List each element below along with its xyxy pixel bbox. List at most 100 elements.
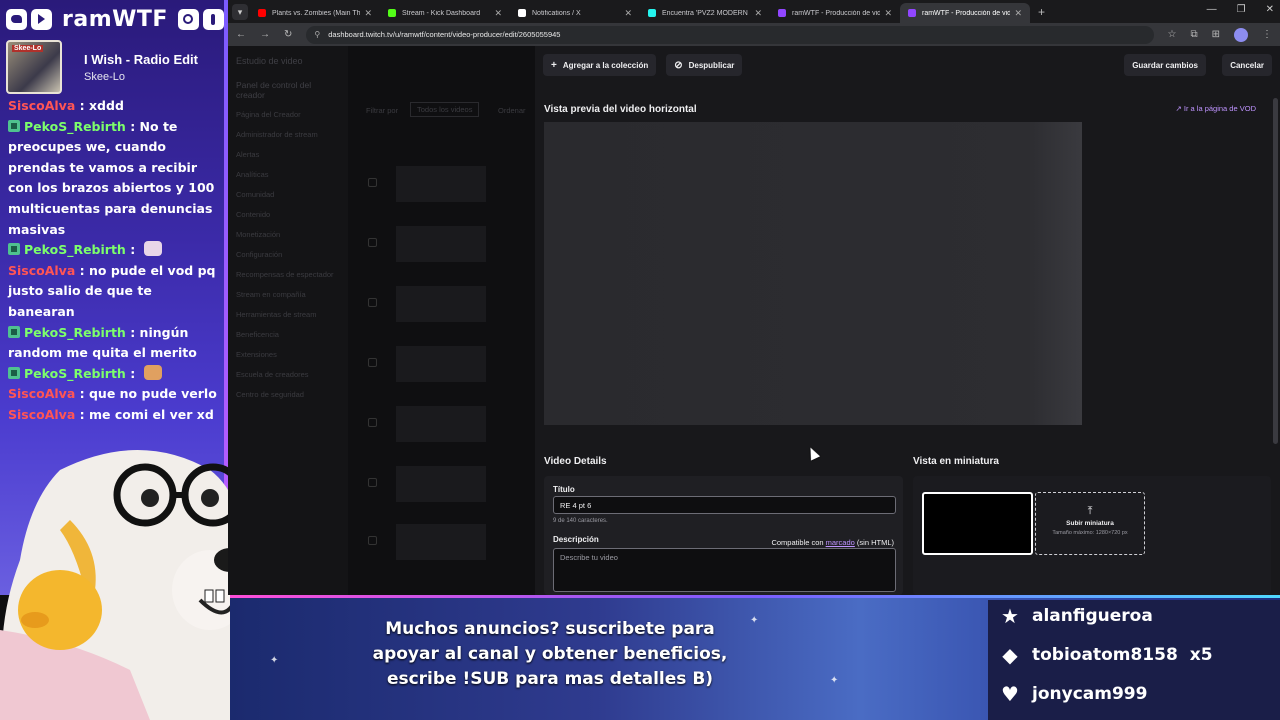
- album-art: Skee-Lo: [6, 40, 62, 94]
- upload-thumbnail-label: Subir miniatura: [1066, 520, 1114, 527]
- instagram-icon: [177, 8, 199, 30]
- sidebar-menu-item[interactable]: Centro de seguridad: [236, 390, 304, 399]
- address-url: dashboard.twitch.tv/u/ramwtf/content/vid…: [328, 30, 561, 39]
- sidebar-menu-item[interactable]: Beneficencia: [236, 330, 279, 339]
- sidebar-menu-item[interactable]: Analíticas: [236, 170, 269, 179]
- browser-tab[interactable]: Encuentra 'PVZ2 MODERN DAY' ✕: [640, 3, 770, 23]
- selected-thumbnail[interactable]: [922, 492, 1033, 555]
- sidebar-menu-item[interactable]: Contenido: [236, 210, 270, 219]
- tab-close-icon[interactable]: ✕: [494, 8, 502, 19]
- bookmark-star-icon[interactable]: ☆: [1168, 29, 1177, 40]
- chat-emote-icon: [143, 241, 162, 257]
- chat-text: : me comi el ver xd: [75, 406, 214, 422]
- tab-title: ramWTF - Producción de video: [922, 9, 1011, 17]
- tiktok-icon: [202, 8, 224, 30]
- window-controls: — ❐ ✕: [1207, 4, 1274, 15]
- subscriber-badge-icon: [8, 366, 20, 379]
- sidebar-menu-item[interactable]: Herramientas de stream: [236, 310, 316, 319]
- tab-close-icon[interactable]: ✕: [1014, 8, 1022, 19]
- browser-menu-icon[interactable]: ⋮: [1262, 29, 1272, 40]
- video-preview-player[interactable]: [544, 122, 1082, 425]
- eye-off-icon: ⊘: [674, 59, 683, 71]
- browser-tab[interactable]: ramWTF - Producción de video ✕: [900, 3, 1030, 23]
- upload-thumbnail-button[interactable]: ⤒ Subir miniatura Tamaño máximo: 1280×72…: [1035, 492, 1145, 555]
- tab-close-icon[interactable]: ✕: [624, 8, 632, 19]
- favicon-icon: [258, 9, 266, 17]
- filter-select[interactable]: Todos los videos: [410, 102, 480, 117]
- sidebar-menu-item[interactable]: Administrador de stream: [236, 130, 318, 139]
- unpublish-button[interactable]: ⊘ Despublicar: [666, 54, 743, 76]
- menu-extensions-icon[interactable]: ⊞: [1212, 29, 1220, 40]
- sidebar-menu-item[interactable]: Página del Creador: [236, 110, 301, 119]
- subscriber-badge-icon: [8, 119, 20, 132]
- markdown-note-suffix: (sin HTML): [854, 538, 894, 547]
- chat-username: SiscoAlva: [8, 406, 76, 422]
- event-count: x5: [1189, 645, 1213, 665]
- sub-banner-text: Muchos anuncios? suscribete para apoyar …: [372, 619, 728, 689]
- title-input[interactable]: RE 4 pt 6: [553, 496, 896, 514]
- plus-icon: +: [551, 59, 557, 71]
- tab-close-icon[interactable]: ✕: [364, 8, 372, 19]
- tab-close-icon[interactable]: ✕: [754, 8, 762, 19]
- profile-avatar[interactable]: [1234, 27, 1248, 42]
- minimize-icon[interactable]: —: [1207, 4, 1217, 15]
- tab-close-icon[interactable]: ✕: [884, 8, 892, 19]
- channel-name: ramWTF: [62, 6, 168, 32]
- cancel-button[interactable]: Cancelar: [1222, 54, 1272, 76]
- chat-message: SiscoAlva : que no pude verlo: [0, 384, 222, 405]
- twitter-icon: [6, 8, 27, 30]
- reload-icon[interactable]: ↻: [284, 29, 292, 40]
- back-icon[interactable]: ←: [236, 29, 246, 40]
- tab-title: Stream - Kick Dashboard: [402, 9, 481, 17]
- browser-toolbar: ← → ↻ ⚲ dashboard.twitch.tv/u/ramwtf/con…: [228, 23, 1280, 46]
- sidebar-menu-item[interactable]: Extensiones: [236, 350, 277, 359]
- maximize-icon[interactable]: ❐: [1237, 4, 1246, 15]
- tab-strip: ▾ Plants vs. Zombies (Main Theme)✕Stream…: [228, 0, 1280, 23]
- address-bar[interactable]: ⚲ dashboard.twitch.tv/u/ramwtf/content/v…: [306, 25, 1154, 44]
- track-info: I Wish - Radio Edit Skee-Lo: [84, 52, 198, 83]
- sidebar-menu-item[interactable]: Alertas: [236, 150, 259, 159]
- sidebar-menu-item[interactable]: Recompensas de espectador: [236, 270, 334, 279]
- sidebar-menu-item[interactable]: Escuela de creadores: [236, 370, 309, 379]
- favicon-icon: [388, 9, 396, 17]
- favicon-icon: [518, 9, 526, 17]
- sidebar-menu-item[interactable]: Comunidad: [236, 190, 274, 199]
- subscriber-badge-icon: [8, 243, 20, 256]
- dashboard-backdrop: Estudio de video Panel de control del cr…: [228, 46, 535, 595]
- upload-icon: ⤒: [1087, 505, 1093, 517]
- add-to-collection-button[interactable]: + Agregar a la colección: [543, 54, 657, 76]
- forward-icon[interactable]: →: [260, 29, 270, 40]
- description-input[interactable]: Describe tu video: [553, 548, 896, 592]
- event-item: ★ alanfigueroa: [998, 601, 1153, 631]
- sidebar-menu-item[interactable]: Monetización: [236, 230, 280, 239]
- track-title: I Wish - Radio Edit: [84, 51, 198, 67]
- extension-icon[interactable]: ⧉: [1190, 29, 1197, 40]
- new-tab-button[interactable]: +: [1038, 5, 1045, 19]
- sidebar-menu-item[interactable]: Configuración: [236, 250, 282, 259]
- vod-link-label: Ir a la página de VOD: [1183, 104, 1256, 113]
- chat-username: PekoS_Rebirth: [24, 118, 126, 134]
- site-info-icon[interactable]: ⚲: [314, 30, 320, 39]
- close-window-icon[interactable]: ✕: [1266, 4, 1274, 15]
- tab-search-button[interactable]: ▾: [232, 3, 248, 20]
- markdown-link[interactable]: marcado: [826, 538, 855, 547]
- save-changes-button[interactable]: Guardar cambios: [1124, 54, 1206, 76]
- event-username: tobioatom8158: [1032, 645, 1178, 665]
- youtube-icon: [31, 8, 52, 30]
- browser-tab[interactable]: Notifications / X ✕: [510, 3, 640, 23]
- sidebar-menu-item[interactable]: Stream en compañía: [236, 290, 306, 299]
- browser-tab[interactable]: Stream - Kick Dashboard ✕: [380, 3, 510, 23]
- chat-message: PekoS_Rebirth : ningún random me quita e…: [0, 323, 222, 364]
- chat-message: PekoS_Rebirth :: [0, 240, 222, 261]
- browser-tab[interactable]: Plants vs. Zombies (Main Theme)✕: [250, 3, 380, 23]
- video-row: [368, 406, 528, 442]
- chat-message: SiscoAlva : no pude el vod pq justo sali…: [0, 261, 222, 323]
- browser-tab[interactable]: ramWTF - Producción de video ✕: [770, 3, 900, 23]
- sparkle-icon: ✦: [750, 615, 759, 626]
- scrollbar[interactable]: [1273, 98, 1278, 444]
- now-playing-widget: Skee-Lo I Wish - Radio Edit Skee-Lo: [6, 40, 218, 94]
- tab-title: Plants vs. Zombies (Main Theme): [272, 9, 361, 17]
- chat-message: PekoS_Rebirth : No te preocupes we, cuan…: [0, 117, 222, 241]
- video-details-title: Video Details: [544, 456, 607, 467]
- vod-page-link[interactable]: ↗ Ir a la página de VOD: [1175, 104, 1256, 113]
